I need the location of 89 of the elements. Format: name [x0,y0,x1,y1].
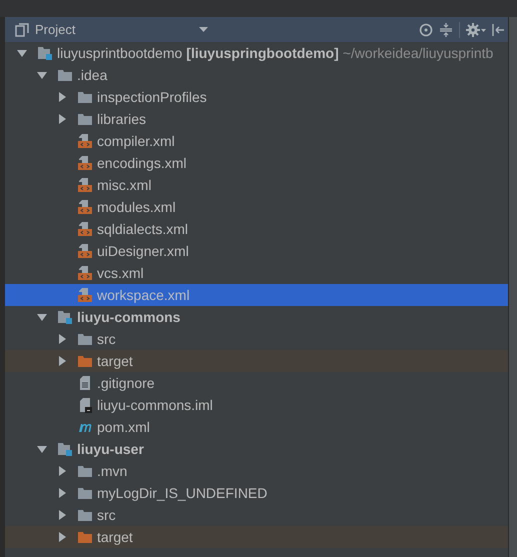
xml-file-icon [77,177,93,193]
folder-icon [77,353,93,369]
panel-title: Project [35,22,76,37]
file-name: workspace.xml [97,287,190,303]
file-name: target [97,529,133,545]
module-folder-icon [37,45,53,61]
project-path: ~/workeidea/liuyusprintb [342,45,494,61]
file-name: .idea [77,67,108,83]
expanded-arrow-icon[interactable] [17,48,27,58]
xml-file-icon [77,287,93,303]
file-name: src [97,331,116,347]
tree-row[interactable]: vcs.xml [5,262,508,284]
collapse-all-icon[interactable] [439,22,453,36]
module-file-icon [77,397,93,413]
file-name: .mvn [97,463,128,479]
collapsed-arrow-icon[interactable] [57,356,67,366]
module-name: [liuyuspringbootdemo] [186,45,339,61]
folder-icon [77,507,93,523]
file-name: pom.xml [97,419,150,435]
file-name: misc.xml [97,177,152,193]
expanded-arrow-icon[interactable] [37,70,47,80]
xml-file-icon [77,133,93,149]
collapsed-arrow-icon[interactable] [57,92,67,102]
tree-row[interactable]: .gitignore [5,372,508,394]
file-name: liuyu-commons [77,309,180,325]
tree-row[interactable]: compiler.xml [5,130,508,152]
folder-icon [77,485,93,501]
tree-row[interactable]: liuyu-commons.iml [5,394,508,416]
tree-row[interactable]: liuyu-commons [5,306,508,328]
file-name: src [97,507,116,523]
tree-row[interactable]: inspectionProfiles [5,86,508,108]
folder-icon [77,331,93,347]
file-name: vcs.xml [97,265,144,281]
folder-icon [77,111,93,127]
file-name: uiDesigner.xml [97,243,189,259]
collapsed-arrow-icon[interactable] [57,510,67,520]
module-folder-icon [57,441,73,457]
expanded-arrow-icon[interactable] [37,312,47,322]
gear-icon[interactable] [466,22,486,36]
tree-row[interactable]: liuyusprintbootdemo [liuyuspringbootdemo] ~/workeidea/liuyusprintb [5,42,508,64]
module-folder-icon [57,309,73,325]
project-icon [15,22,29,36]
file-name: liuyusprintbootdemo [57,45,182,61]
expanded-arrow-icon[interactable] [37,444,47,454]
file-name: myLogDir_IS_UNDEFINED [97,485,268,501]
tree-row[interactable]: target [5,350,508,372]
folder-icon [57,67,73,83]
tree-row[interactable]: target [5,526,508,548]
tree-row[interactable]: pom.xml [5,416,508,438]
tree-row[interactable]: sqldialects.xml [5,218,508,240]
file-name: liuyu-user [77,441,144,457]
tree-row[interactable]: .idea [5,64,508,86]
tree-row[interactable]: myLogDir_IS_UNDEFINED [5,482,508,504]
crosshair-icon[interactable] [419,22,433,36]
file-name: modules.xml [97,199,176,215]
xml-file-icon [77,243,93,259]
folder-icon [77,89,93,105]
file-name: target [97,353,133,369]
folder-icon [77,463,93,479]
tree-row[interactable]: libraries [5,108,508,130]
dropdown-caret-icon[interactable] [199,27,208,32]
file-name: .gitignore [97,375,155,391]
tree-row[interactable]: src [5,328,508,350]
xml-file-icon [77,265,93,281]
collapsed-arrow-icon[interactable] [57,114,67,124]
file-name: encodings.xml [97,155,186,171]
tree-row[interactable]: encodings.xml [5,152,508,174]
file-name: libraries [97,111,146,127]
file-name: inspectionProfiles [97,89,207,105]
text-file-icon [77,375,93,391]
tree-row[interactable]: src [5,504,508,526]
file-name: sqldialects.xml [97,221,188,237]
folder-icon [77,529,93,545]
collapsed-arrow-icon[interactable] [57,466,67,476]
collapsed-arrow-icon[interactable] [57,488,67,498]
hide-panel-icon[interactable] [492,22,504,36]
xml-file-icon [77,155,93,171]
tree-row[interactable]: liuyu-user [5,438,508,460]
tree-row[interactable]: misc.xml [5,174,508,196]
file-name: compiler.xml [97,133,175,149]
collapsed-arrow-icon[interactable] [57,334,67,344]
xml-file-icon [77,199,93,215]
tree-row[interactable]: .mvn [5,460,508,482]
collapsed-arrow-icon[interactable] [57,532,67,542]
xml-file-icon [77,221,93,237]
tree-row[interactable]: modules.xml [5,196,508,218]
tree-row[interactable]: workspace.xml [5,284,508,306]
file-name: liuyu-commons.iml [97,397,213,413]
tree-row[interactable]: uiDesigner.xml [5,240,508,262]
